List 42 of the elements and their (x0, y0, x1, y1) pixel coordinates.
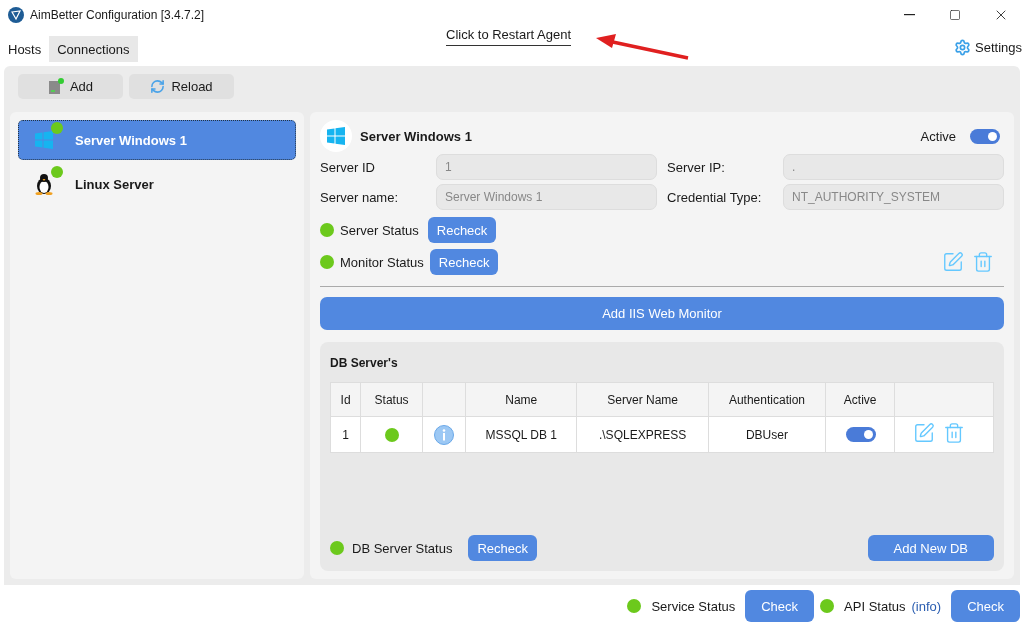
table-cell: .\SQLEXPRESS (576, 416, 709, 453)
recheck-button[interactable]: Recheck (427, 217, 497, 243)
status-label: Service Status (651, 598, 736, 614)
host-list-item[interactable]: Linux Server (18, 164, 296, 204)
status-label: API Status (844, 598, 906, 614)
recheck-button[interactable]: Recheck (468, 535, 537, 561)
column-header: Name (465, 382, 577, 417)
recheck-button[interactable]: Recheck (429, 249, 499, 275)
field-label: Server ID (320, 159, 376, 175)
status-label: Monitor Status (340, 254, 424, 270)
add-db-button[interactable]: Add New DB (867, 535, 994, 561)
info-link[interactable]: (info) (911, 598, 942, 614)
add-button[interactable]: Add (18, 73, 123, 99)
field-label: Server IP: (667, 159, 726, 175)
settings-button[interactable]: Settings (954, 39, 1022, 56)
tab[interactable]: Connections (49, 36, 138, 62)
input-field[interactable]: . (783, 154, 1004, 180)
server-title: Server Windows 1 (360, 128, 472, 144)
column-header: Active (825, 382, 895, 417)
column-header: Status (360, 382, 423, 417)
add-monitor-button[interactable]: Add IIS Web Monitor (320, 297, 1004, 330)
input-field[interactable]: NT_AUTHORITY_SYSTEM (783, 184, 1004, 210)
column-header: Server Name (576, 382, 709, 417)
column-header: Id (330, 382, 361, 417)
active-label: Active (920, 128, 956, 144)
restart-agent-link[interactable]: Click to Restart Agent (446, 27, 571, 46)
status-label: Server Status (340, 222, 419, 238)
input-field[interactable]: 1 (436, 154, 657, 180)
check-button[interactable]: Check (745, 590, 815, 622)
column-header: Authentication (708, 382, 826, 417)
window-title: AimBetter Configuration [3.4.7.2] (30, 8, 205, 22)
section-title: DB Server's (330, 356, 399, 370)
check-button[interactable]: Check (951, 590, 1020, 622)
table-cell: 1 (330, 416, 361, 453)
status-label: DB Server Status (352, 540, 453, 556)
table-cell: DBUser (708, 416, 826, 453)
reload-button[interactable]: Reload (129, 73, 234, 99)
table-cell: MSSQL DB 1 (465, 416, 577, 453)
field-label: Credential Type: (667, 189, 763, 205)
input-field[interactable]: Server Windows 1 (436, 184, 657, 210)
field-label: Server name: (320, 189, 400, 205)
host-list-item[interactable]: Server Windows 1 (18, 120, 296, 160)
